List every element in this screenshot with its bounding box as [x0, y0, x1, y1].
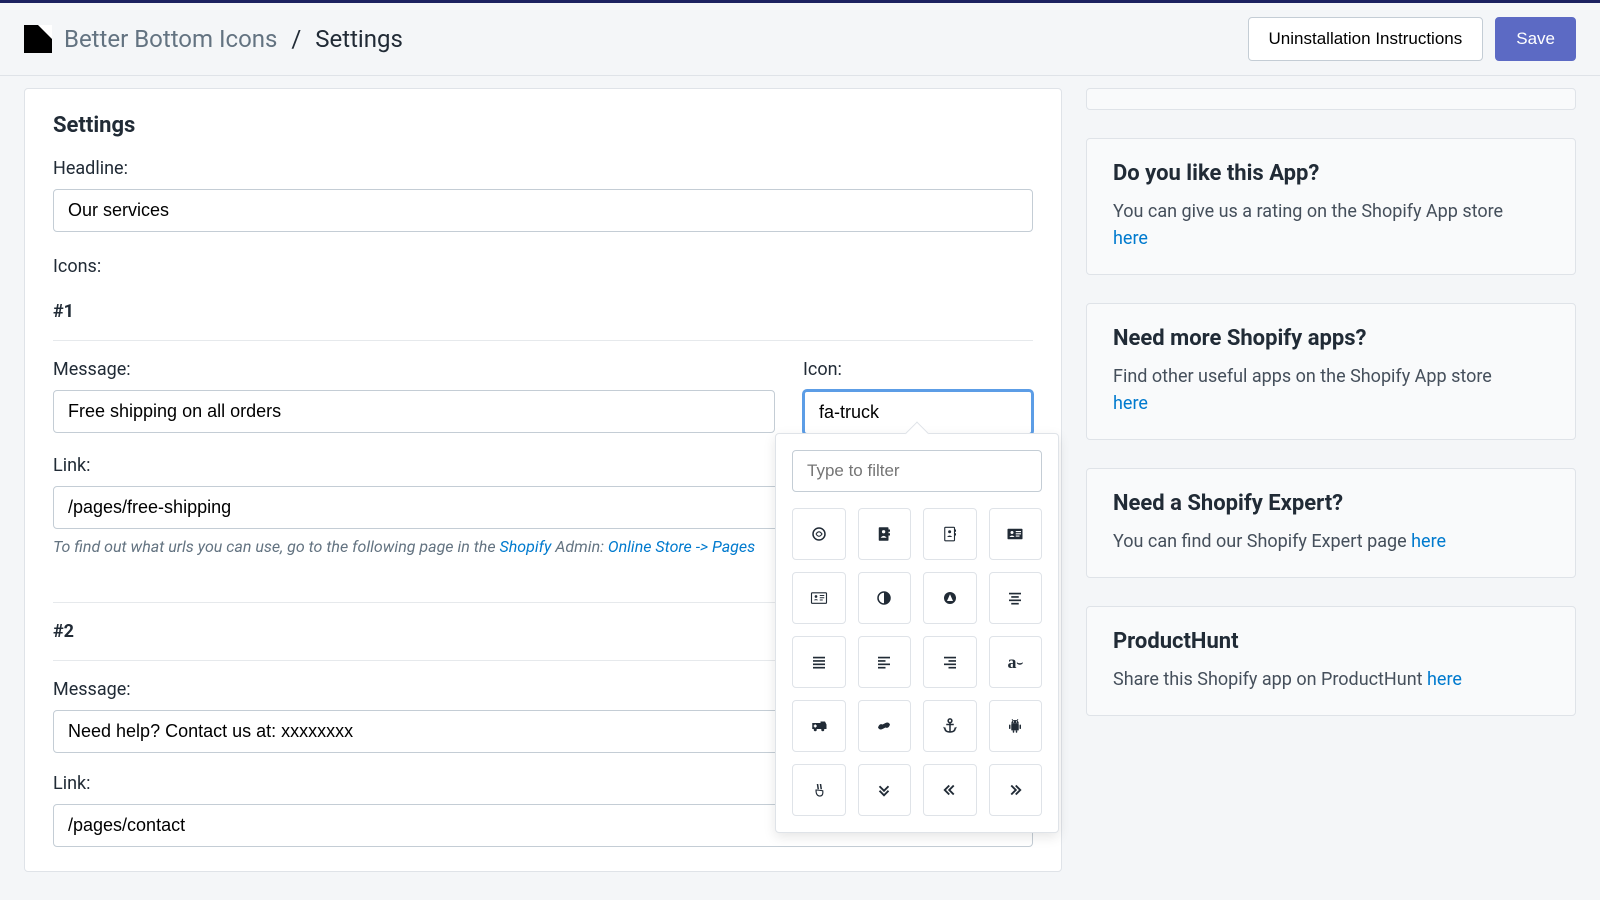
sidebar-text: You can give us a rating on the Shopify … — [1113, 201, 1503, 222]
icon-option-android[interactable] — [989, 700, 1043, 752]
icon-option-align-left[interactable] — [858, 636, 912, 688]
divider — [53, 340, 1033, 341]
sidebar-title: Do you like this App? — [1113, 161, 1549, 186]
sidebar-title: ProductHunt — [1113, 629, 1549, 654]
breadcrumb: Better Bottom Icons / Settings — [64, 25, 403, 53]
icon-option-angellist[interactable] — [792, 764, 846, 816]
icon-option-align-right[interactable] — [923, 636, 977, 688]
icon-option-angle-double-right[interactable] — [989, 764, 1043, 816]
more-apps-link[interactable]: here — [1113, 393, 1148, 414]
headline-input[interactable] — [53, 189, 1033, 232]
page-title: Settings — [53, 113, 1033, 138]
icon-picker-popover: a⌣ — [775, 433, 1059, 833]
icon-option-address-book-o[interactable] — [923, 508, 977, 560]
sidebar-card-more-apps: Need more Shopify apps? Find other usefu… — [1086, 303, 1576, 440]
breadcrumb-separator: / — [291, 25, 301, 53]
sidebar-text: Find other useful apps on the Shopify Ap… — [1113, 366, 1492, 387]
sidebar-title: Need a Shopify Expert? — [1113, 491, 1549, 516]
settings-card: Settings Headline: Icons: #1 Message: Ic… — [24, 88, 1062, 872]
icon-option-ambulance[interactable] — [792, 700, 846, 752]
icon-option-amazon[interactable]: a⌣ — [989, 636, 1043, 688]
icon-option-address-card-o[interactable] — [792, 572, 846, 624]
producthunt-link[interactable]: here — [1427, 669, 1462, 690]
online-store-pages-link[interactable]: Online Store -> Pages — [608, 537, 755, 556]
icon-filter-input[interactable] — [792, 450, 1042, 492]
breadcrumb-current: Settings — [315, 25, 403, 53]
breadcrumb-app[interactable]: Better Bottom Icons — [64, 25, 277, 53]
icon-option-address-book[interactable] — [858, 508, 912, 560]
icon-option-adjust[interactable] — [858, 572, 912, 624]
sidebar-card-expert: Need a Shopify Expert? You can find our … — [1086, 468, 1576, 578]
icon-label-1: Icon: — [803, 359, 1033, 380]
sidebar-card-partial — [1086, 88, 1576, 110]
header: Better Bottom Icons / Settings Uninstall… — [0, 3, 1600, 76]
icon-option-asl-interpreting[interactable] — [858, 700, 912, 752]
icon-option-500px[interactable] — [792, 508, 846, 560]
sidebar-card-rating: Do you like this App? You can give us a … — [1086, 138, 1576, 275]
sidebar-card-producthunt: ProductHunt Share this Shopify app on Pr… — [1086, 606, 1576, 716]
sidebar-text: Share this Shopify app on ProductHunt — [1113, 669, 1427, 690]
shopify-link[interactable]: Shopify — [500, 537, 552, 556]
icon-option-address-card[interactable] — [989, 508, 1043, 560]
icon-option-angle-double-left[interactable] — [923, 764, 977, 816]
icon-option-anchor[interactable] — [923, 700, 977, 752]
sidebar-text: You can find our Shopify Expert page — [1113, 531, 1411, 552]
save-button[interactable]: Save — [1495, 17, 1576, 61]
rating-link[interactable]: here — [1113, 228, 1148, 249]
icon-option-align-center[interactable] — [989, 572, 1043, 624]
icon-option-angle-double-down[interactable] — [858, 764, 912, 816]
icon-option-adn[interactable] — [923, 572, 977, 624]
app-logo-icon — [24, 25, 52, 53]
message-label-1: Message: — [53, 359, 775, 380]
sidebar-title: Need more Shopify apps? — [1113, 326, 1549, 351]
icon-option-align-justify[interactable] — [792, 636, 846, 688]
message-input-1[interactable] — [53, 390, 775, 433]
headline-label: Headline: — [53, 158, 1033, 179]
icons-label: Icons: — [53, 256, 1033, 277]
section-1-heading: #1 — [53, 301, 1033, 322]
expert-link[interactable]: here — [1411, 531, 1446, 552]
uninstall-button[interactable]: Uninstallation Instructions — [1248, 17, 1484, 61]
